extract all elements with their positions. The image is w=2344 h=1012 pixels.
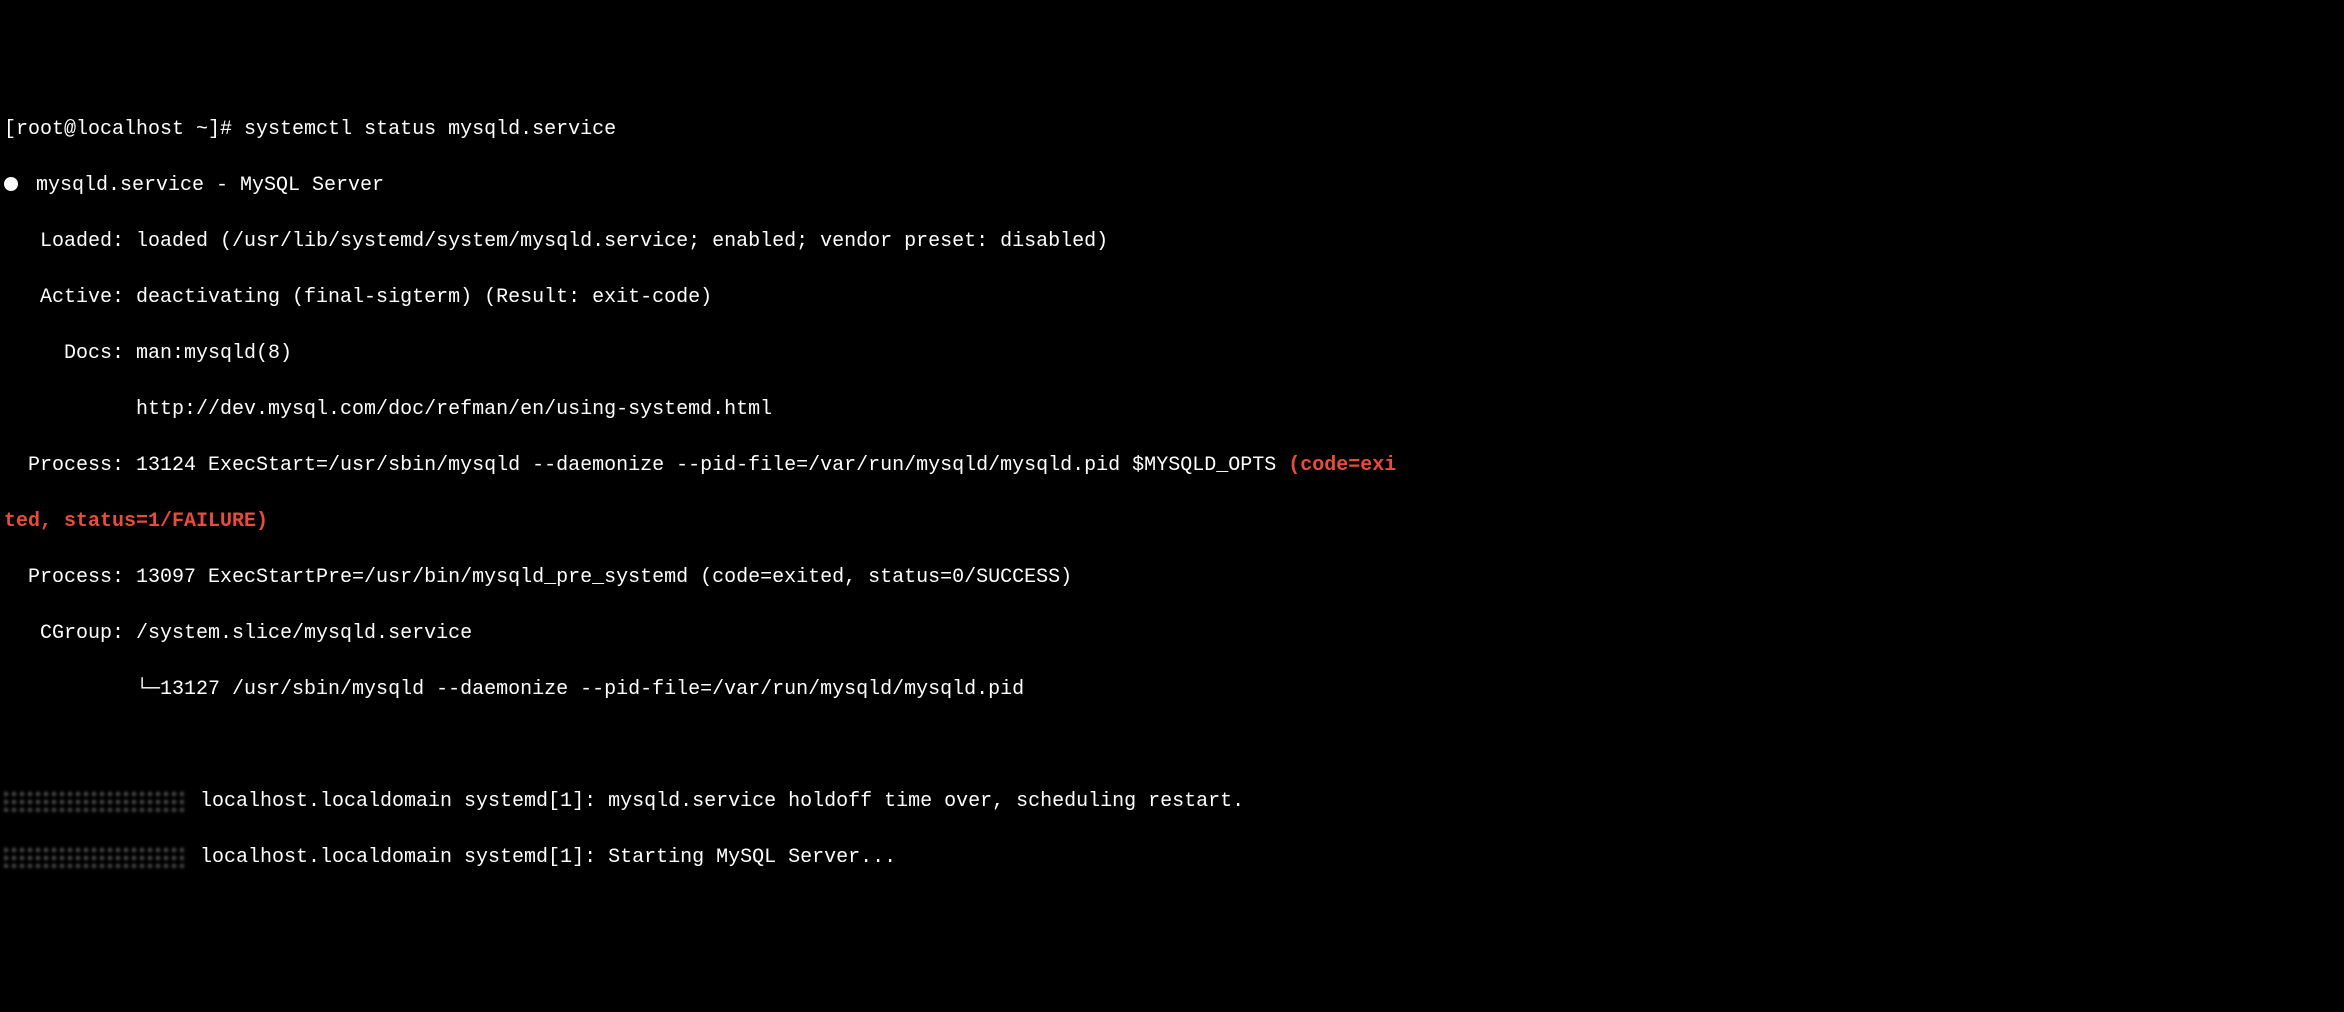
service-name: mysqld.service - MySQL Server	[24, 174, 384, 197]
process-line-1: Process: 13124 ExecStart=/usr/sbin/mysql…	[4, 452, 2340, 480]
log-line-1: localhost.localdomain systemd[1]: mysqld…	[4, 788, 2340, 816]
log1-text: localhost.localdomain systemd[1]: mysqld…	[188, 790, 1244, 813]
service-header: mysqld.service - MySQL Server	[4, 172, 2340, 200]
process1-error-a: (code=exi	[1288, 454, 1396, 477]
process1-text: Process: 13124 ExecStart=/usr/sbin/mysql…	[4, 454, 1288, 477]
obscured-timestamp-icon	[4, 790, 184, 812]
process-line-1-wrap: ted, status=1/FAILURE)	[4, 508, 2340, 536]
cgroup-child-line: └─13127 /usr/sbin/mysqld --daemonize --p…	[4, 676, 2340, 704]
docs-line-1: Docs: man:mysqld(8)	[4, 340, 2340, 368]
log2-text: localhost.localdomain systemd[1]: Starti…	[188, 846, 896, 869]
cgroup-line: CGroup: /system.slice/mysqld.service	[4, 620, 2340, 648]
status-bullet-icon	[4, 177, 18, 191]
log-line-2: localhost.localdomain systemd[1]: Starti…	[4, 844, 2340, 872]
shell-prompt: [root@localhost ~]#	[4, 118, 244, 141]
docs-line-2: http://dev.mysql.com/doc/refman/en/using…	[4, 396, 2340, 424]
obscured-timestamp-icon	[4, 846, 184, 868]
blank-line	[4, 732, 2340, 760]
command-text: systemctl status mysqld.service	[244, 118, 616, 141]
prompt-line: [root@localhost ~]# systemctl status mys…	[4, 116, 2340, 144]
process1-error-b: ted, status=1/FAILURE)	[4, 510, 268, 533]
process-line-2: Process: 13097 ExecStartPre=/usr/bin/mys…	[4, 564, 2340, 592]
loaded-line: Loaded: loaded (/usr/lib/systemd/system/…	[4, 228, 2340, 256]
active-line: Active: deactivating (final-sigterm) (Re…	[4, 284, 2340, 312]
